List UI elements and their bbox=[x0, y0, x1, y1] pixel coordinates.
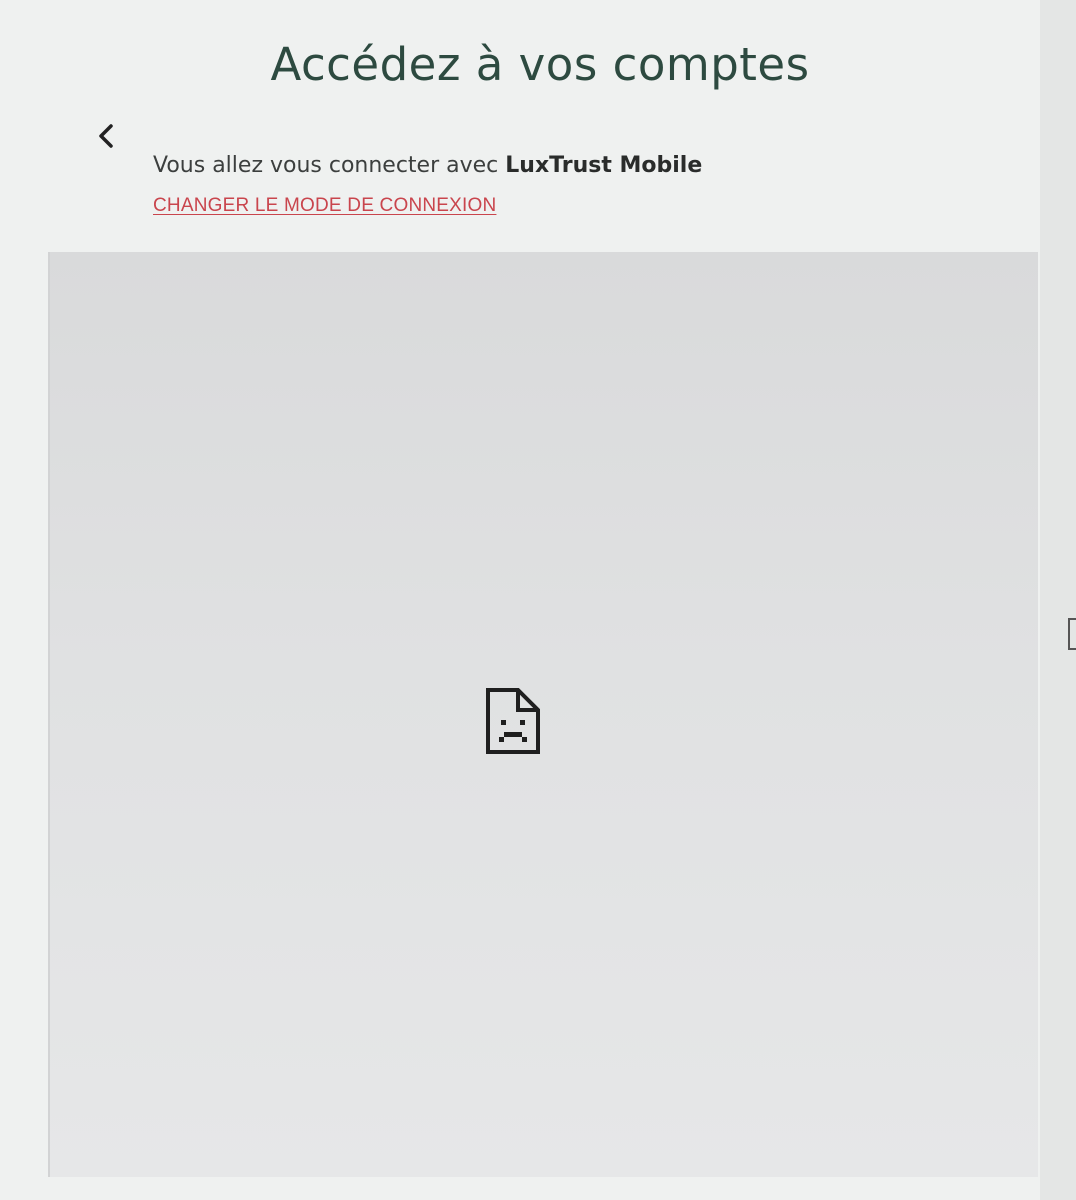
login-frame[interactable] bbox=[48, 252, 1038, 1177]
chevron-left-icon bbox=[99, 124, 113, 148]
sad-file-icon bbox=[486, 688, 540, 754]
login-method-prefix: Vous allez vous connecter avec bbox=[153, 153, 506, 178]
back-button[interactable] bbox=[88, 116, 124, 156]
login-method-name: LuxTrust Mobile bbox=[505, 153, 703, 178]
change-login-mode-link[interactable]: CHANGER LE MODE DE CONNEXION bbox=[153, 195, 496, 217]
text-cursor-icon bbox=[1068, 618, 1076, 650]
page-title: Accédez à vos comptes bbox=[270, 38, 810, 91]
window-edge bbox=[1040, 0, 1076, 1200]
login-method-text: Vous allez vous connecter avec LuxTrust … bbox=[153, 153, 702, 178]
